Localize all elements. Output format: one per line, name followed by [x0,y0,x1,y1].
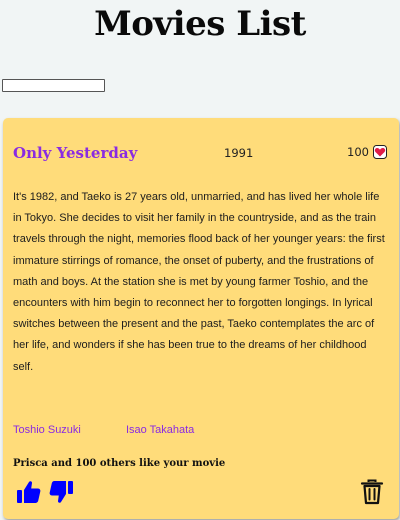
thumbs-up-icon [17,481,41,503]
search-input[interactable] [2,79,105,92]
movie-description: It's 1982, and Taeko is 27 years old, un… [13,191,385,373]
dislike-button[interactable] [48,479,74,505]
social-and-text: and [47,458,76,469]
page-title: Movies List [94,4,306,44]
movie-year: 1991 [224,146,254,160]
likes-count: 100 [347,145,369,159]
social-likes-text: Prisca and 100 others like your movie [13,458,225,469]
producer-name[interactable]: Toshio Suzuki [13,424,81,436]
delete-button[interactable] [360,479,384,505]
trash-icon [360,479,384,505]
thumbs-down-icon [49,481,73,503]
movie-card: Only Yesterday 1991 100 It's 1982, and T… [3,118,399,519]
director-name[interactable]: Isao Takahata [126,424,194,436]
likes-indicator: 100 [347,145,387,159]
others-count: 100 [75,458,97,469]
friend-name: Prisca [13,458,48,469]
like-button[interactable] [16,479,42,505]
social-suffix-text: others like your movie [96,458,226,469]
movie-title[interactable]: Only Yesterday [13,144,137,162]
heart-icon [373,145,387,159]
